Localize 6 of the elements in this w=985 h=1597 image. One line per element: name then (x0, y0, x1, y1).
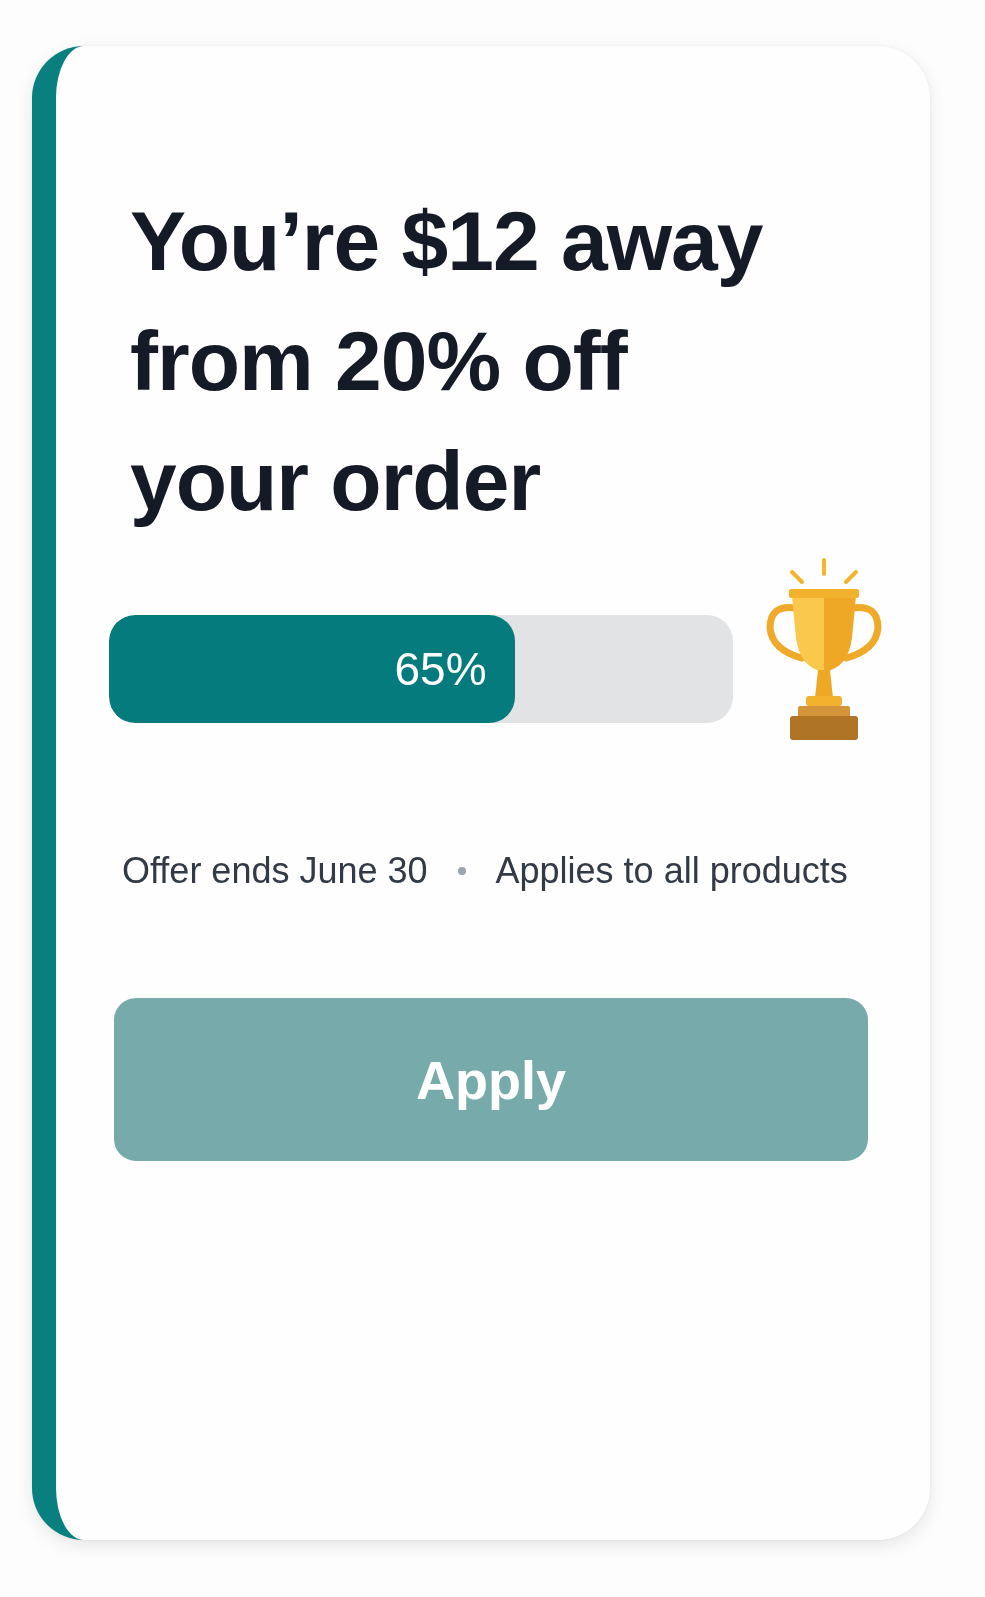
offer-detail: Applies to all products (495, 849, 848, 893)
separator-dot-icon (457, 867, 466, 875)
offer-headline: You’re $12 away from 20% off your order (130, 193, 764, 530)
progress-label: 65% (394, 642, 487, 696)
offer-detail: Offer ends June 30 (122, 849, 428, 893)
trophy-icon (764, 558, 884, 742)
